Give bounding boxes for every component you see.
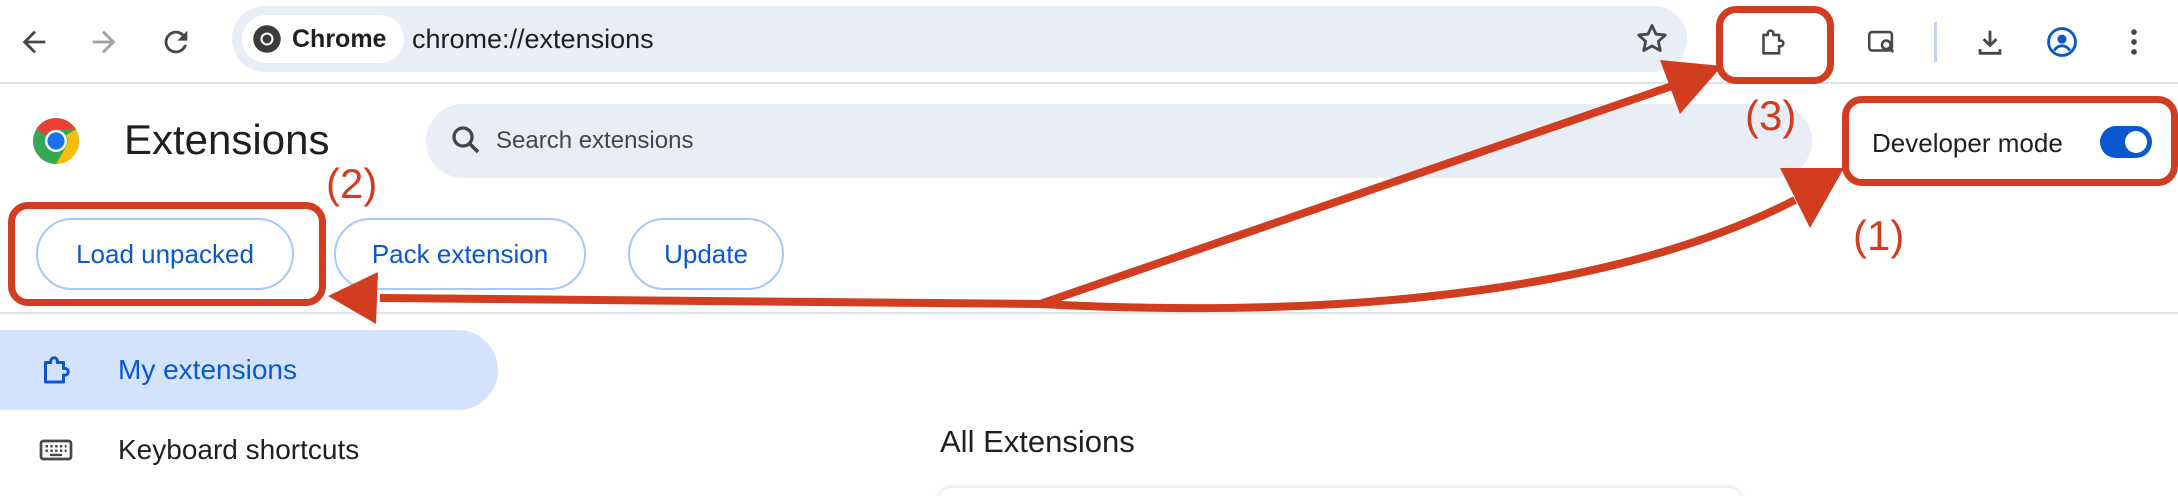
puzzle-icon xyxy=(44,356,70,384)
annotation-box-extensions-icon xyxy=(1716,6,1834,84)
browser-menu-button[interactable] xyxy=(2106,14,2162,70)
arrow-left-icon xyxy=(22,30,46,54)
search-extensions-input[interactable]: Search extensions xyxy=(426,104,1812,178)
more-vert-icon xyxy=(2131,29,2137,55)
header-divider xyxy=(0,312,2178,314)
arrow-right-icon xyxy=(92,30,116,54)
download-icon xyxy=(1978,30,2002,55)
page-search-icon xyxy=(1867,30,1895,53)
annotation-box-developer-mode xyxy=(1842,96,2178,186)
chrome-logo xyxy=(33,118,79,164)
annotation-box-load-unpacked xyxy=(8,202,326,306)
avatar-icon xyxy=(2047,27,2077,57)
chrome-logo-icon xyxy=(253,25,281,53)
search-placeholder: Search extensions xyxy=(496,127,694,154)
sidebar-item-keyboard-shortcuts[interactable]: Keyboard shortcuts xyxy=(0,410,498,490)
section-title: All Extensions xyxy=(940,424,1135,459)
reading-mode-button[interactable] xyxy=(1854,14,1910,70)
annotation-label-1: (1) xyxy=(1853,212,1905,259)
profile-button[interactable] xyxy=(2034,14,2090,70)
toolbar-separator xyxy=(1934,22,1937,62)
keyboard-icon xyxy=(39,439,73,461)
reload-icon xyxy=(164,30,188,54)
back-button[interactable] xyxy=(6,14,62,70)
page-title: Extensions xyxy=(124,116,330,163)
sidebar-item-my-extensions[interactable]: My extensions xyxy=(0,330,498,410)
annotation-label-3: (3) xyxy=(1745,92,1797,139)
reload-button[interactable] xyxy=(148,14,204,70)
arrowhead-1 xyxy=(1780,168,1844,228)
pack-extension-button[interactable]: Pack extension xyxy=(334,218,586,290)
sidebar-item-label: My extensions xyxy=(118,354,297,385)
site-chip[interactable]: Chrome xyxy=(242,15,405,63)
sidebar-item-label: Keyboard shortcuts xyxy=(118,434,360,465)
omnibox[interactable]: Chrome chrome://extensions xyxy=(232,6,1687,72)
annotation-label-2: (2) xyxy=(326,160,378,207)
extension-card xyxy=(940,488,1740,496)
forward-button[interactable] xyxy=(76,14,132,70)
site-chip-label: Chrome xyxy=(292,24,387,53)
browser-toolbar: Chrome chrome://extensions xyxy=(0,0,2178,84)
arrow-to-developer-mode xyxy=(1039,196,1797,313)
search-icon xyxy=(452,126,480,154)
url-text[interactable]: chrome://extensions xyxy=(412,6,654,72)
downloads-button[interactable] xyxy=(1962,14,2018,70)
arrow-to-load-unpacked xyxy=(379,294,1041,308)
update-button[interactable]: Update xyxy=(628,218,784,290)
bookmark-star-icon[interactable] xyxy=(1633,20,1671,58)
